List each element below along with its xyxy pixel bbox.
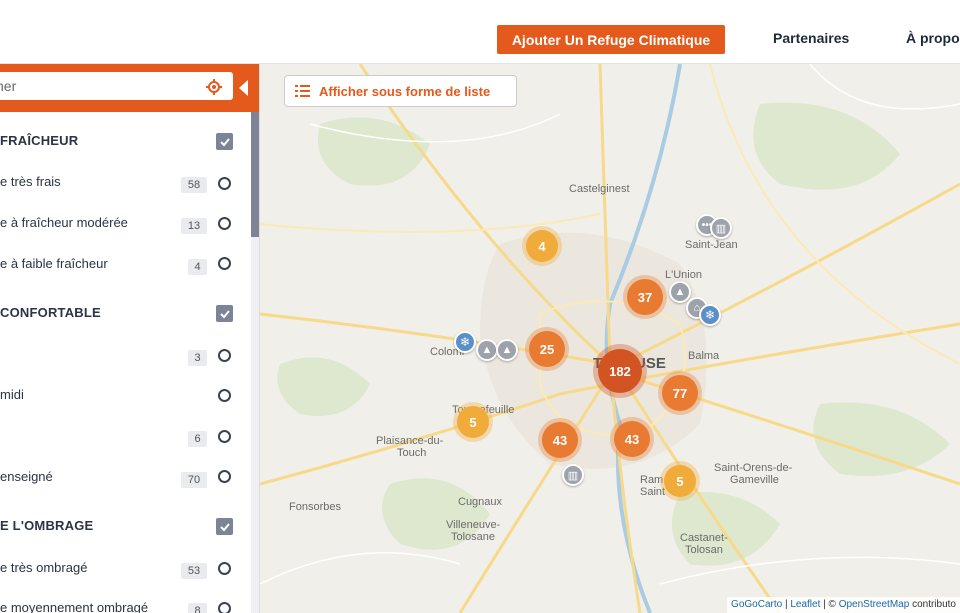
place-label: Cugnaux <box>458 496 503 508</box>
place-label: Plaisance-du- <box>376 435 444 447</box>
category-header-ombrage[interactable]: E L'OMBRAGE <box>0 518 93 533</box>
filter-option-radio[interactable] <box>218 602 231 613</box>
marker-cluster[interactable]: 43 <box>542 422 578 458</box>
filter-option-count: 13 <box>181 218 207 234</box>
refuge-marker[interactable]: ▲ <box>496 339 518 361</box>
filter-option-count: 8 <box>188 603 207 613</box>
gogocarto-link[interactable]: GoGoCarto <box>731 599 782 610</box>
marker-cluster[interactable]: 43 <box>614 421 650 457</box>
list-icon <box>295 85 310 97</box>
refuge-marker[interactable]: ▥ <box>710 217 732 239</box>
filter-option-label[interactable]: e moyennement ombragé <box>0 600 148 613</box>
category-checkbox-confortable[interactable] <box>216 305 233 322</box>
place-label: Castelginest <box>569 183 630 195</box>
add-refuge-button[interactable]: Ajouter Un Refuge Climatique <box>497 25 725 54</box>
attribution-contributors: contributo <box>909 599 956 610</box>
map-view[interactable]: Afficher sous forme de liste Castelgines… <box>260 64 960 613</box>
place-label: Touch <box>397 447 427 459</box>
filter-option-label[interactable]: e très frais <box>0 174 61 189</box>
map-attribution: GoGoCarto | Leaflet | © OpenStreetMap co… <box>727 597 960 613</box>
check-icon <box>219 522 230 531</box>
check-icon <box>219 309 230 318</box>
category-checkbox-fraicheur[interactable] <box>216 133 233 150</box>
marker-cluster[interactable]: 37 <box>627 279 663 315</box>
filter-option-label[interactable]: e très ombragé <box>0 560 87 575</box>
place-label: Tolosane <box>451 531 496 543</box>
filter-option-count: 70 <box>181 472 207 488</box>
category-header-fraicheur[interactable]: FRAÎCHEUR <box>0 133 78 148</box>
filter-option-radio[interactable] <box>218 257 231 270</box>
nav-partners-link[interactable]: Partenaires <box>773 30 849 46</box>
filter-option-radio[interactable] <box>218 470 231 483</box>
place-label: Castanet- <box>680 532 728 544</box>
tree-icon: ▲ <box>501 344 513 356</box>
marker-cluster[interactable]: 5 <box>664 465 696 497</box>
refuge-marker[interactable]: ❄ <box>699 304 721 326</box>
filter-option-count: 6 <box>188 431 207 447</box>
collapse-sidebar-icon[interactable] <box>239 80 248 96</box>
filter-option-label[interactable]: midi <box>0 387 24 402</box>
filter-option-label[interactable]: e à faible fraîcheur <box>0 256 108 271</box>
show-list-label: Afficher sous forme de liste <box>319 83 491 99</box>
filter-sidebar: her FRAÎCHEUR e très frais 58 e à fraîch… <box>0 64 260 613</box>
filter-option-count: 58 <box>181 177 207 193</box>
top-navbar: Ajouter Un Refuge Climatique Partenaires… <box>0 0 960 64</box>
place-label: Saint-Jean <box>685 239 738 251</box>
attribution-separator: | © <box>820 599 839 610</box>
nav-about-link[interactable]: À propo <box>906 30 960 46</box>
filter-option-radio[interactable] <box>218 217 231 230</box>
place-label: Saint-Orens-de- <box>714 462 793 474</box>
museum-icon: ▥ <box>567 469 579 482</box>
place-label: Ram <box>640 474 664 486</box>
filter-option-count: 53 <box>181 563 207 579</box>
refuge-marker[interactable]: ▥ <box>562 464 584 486</box>
openstreetmap-link[interactable]: OpenStreetMap <box>839 599 910 610</box>
check-icon <box>219 137 230 146</box>
filter-option-label[interactable]: enseigné <box>0 469 53 484</box>
tree-icon: ▲ <box>481 344 493 356</box>
tree-icon: ▲ <box>674 286 686 298</box>
search-input[interactable]: her <box>0 72 233 100</box>
category-header-confortable[interactable]: CONFORTABLE <box>0 305 101 320</box>
place-label: Tolosan <box>685 544 723 556</box>
filter-option-label[interactable]: e à fraîcheur modérée <box>0 215 128 230</box>
refuge-marker[interactable]: ▲ <box>669 281 691 303</box>
place-label: L'Union <box>665 269 702 281</box>
show-list-button[interactable]: Afficher sous forme de liste <box>284 75 517 107</box>
refuge-marker[interactable]: ❄ <box>454 331 476 353</box>
filter-option-radio[interactable] <box>218 389 231 402</box>
place-label: Fonsorbes <box>289 501 341 513</box>
snowflake-icon: ❄ <box>704 308 716 322</box>
snowflake-icon: ❄ <box>459 335 471 349</box>
scrollbar-thumb[interactable] <box>251 112 259 237</box>
filter-option-count: 3 <box>188 350 207 366</box>
search-input-value: her <box>0 78 17 94</box>
marker-cluster[interactable]: 5 <box>457 406 489 438</box>
museum-icon: ▥ <box>715 222 727 235</box>
filter-option-radio[interactable] <box>218 177 231 190</box>
marker-cluster[interactable]: 182 <box>598 349 642 393</box>
filter-option-radio[interactable] <box>218 349 231 362</box>
filter-option-radio[interactable] <box>218 562 231 575</box>
marker-cluster[interactable]: 25 <box>529 331 565 367</box>
leaflet-link[interactable]: Leaflet <box>790 599 820 610</box>
marker-cluster[interactable]: 77 <box>662 375 698 411</box>
marker-cluster[interactable]: 4 <box>526 230 558 262</box>
refuge-marker[interactable]: ▲ <box>476 339 498 361</box>
filter-option-count: 4 <box>188 259 207 275</box>
place-label: Saint <box>640 486 666 498</box>
category-checkbox-ombrage[interactable] <box>216 518 233 535</box>
place-label: Villeneuve- <box>446 519 501 531</box>
place-label: Gameville <box>730 474 779 486</box>
search-bar: her <box>0 64 259 112</box>
place-label: Balma <box>688 350 720 362</box>
map-base-layer <box>260 64 960 613</box>
filter-option-radio[interactable] <box>218 430 231 443</box>
geolocate-icon[interactable] <box>206 79 222 95</box>
